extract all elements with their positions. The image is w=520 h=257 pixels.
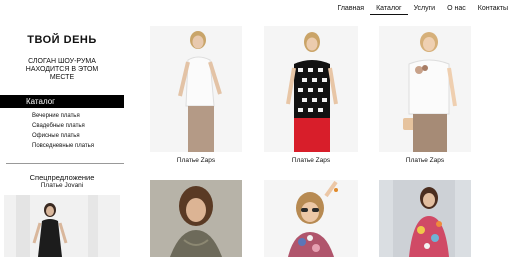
model-brunette-image xyxy=(150,180,242,257)
site-logo[interactable]: ТВОЙ DEНЬ xyxy=(0,34,124,46)
model-black-dress-image xyxy=(4,195,120,257)
product-card[interactable] xyxy=(150,180,242,257)
nav-catalog[interactable]: Каталог xyxy=(370,4,408,15)
nav-about[interactable]: О нас xyxy=(441,4,472,15)
catalog-item-wedding[interactable]: Свадебные платья xyxy=(32,121,94,131)
catalog-item-evening[interactable]: Вечерние платья xyxy=(32,111,94,121)
product-card[interactable]: Платье Zaps xyxy=(264,26,358,168)
product-card[interactable]: Платье Zaps xyxy=(150,26,242,168)
product-caption[interactable]: Платье Zaps xyxy=(264,157,358,164)
catalog-heading[interactable]: Каталог xyxy=(0,95,124,108)
catalog-item-casual[interactable]: Повседневные платья xyxy=(32,141,94,151)
model-checkered-top-image xyxy=(264,26,358,152)
special-offer-photo[interactable] xyxy=(4,195,120,257)
product-card[interactable]: Платье Zaps xyxy=(379,26,471,168)
nav-contacts[interactable]: Контакты xyxy=(472,4,514,15)
model-flower-top-image xyxy=(379,26,471,152)
model-white-top-image xyxy=(150,26,242,152)
product-photo[interactable] xyxy=(150,26,242,152)
special-offer-title: Спецпредложение xyxy=(29,173,95,182)
product-photo[interactable] xyxy=(264,26,358,152)
product-photo[interactable] xyxy=(379,180,471,257)
slogan: СЛОГАН ШОУ-РУМА НАХОДИТСЯ В ЭТОМ МЕСТЕ xyxy=(25,58,99,81)
top-nav: Главная Каталог Услуги О нас Контакты xyxy=(331,4,514,15)
catalog-item-office[interactable]: Офисные платья xyxy=(32,131,94,141)
product-card[interactable] xyxy=(379,180,471,257)
product-photo[interactable] xyxy=(379,26,471,152)
product-caption[interactable]: Платье Zaps xyxy=(379,157,471,164)
model-floral-blouse-image xyxy=(379,180,471,257)
nav-home[interactable]: Главная xyxy=(331,4,370,15)
sidebar-divider xyxy=(6,163,124,164)
nav-services[interactable]: Услуги xyxy=(408,4,442,15)
sidebar: ТВОЙ DEНЬ СЛОГАН ШОУ-РУМА НАХОДИТСЯ В ЭТ… xyxy=(0,0,124,257)
product-card[interactable] xyxy=(264,180,358,257)
catalog-list: Вечерние платья Свадебные платья Офисные… xyxy=(32,111,94,151)
product-caption[interactable]: Платье Zaps xyxy=(150,157,242,164)
product-photo[interactable] xyxy=(264,180,358,257)
special-offer-item[interactable]: Платье Jovani xyxy=(0,182,124,189)
product-photo[interactable] xyxy=(150,180,242,257)
model-sunglasses-image xyxy=(264,180,358,257)
